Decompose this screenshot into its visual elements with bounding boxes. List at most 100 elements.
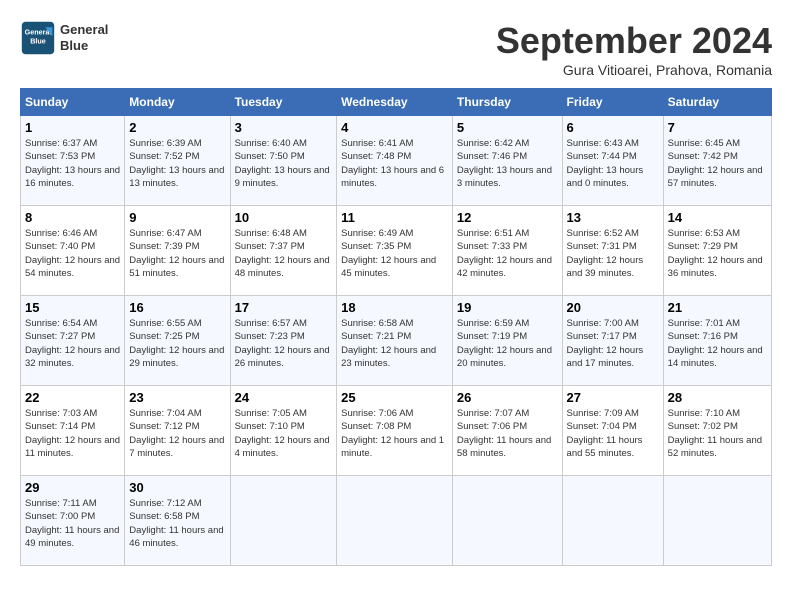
table-row: 4 Sunrise: 6:41 AMSunset: 7:48 PMDaylight…: [337, 116, 453, 206]
day-info: Sunrise: 6:45 AMSunset: 7:42 PMDaylight:…: [668, 137, 767, 190]
day-info: Sunrise: 6:41 AMSunset: 7:48 PMDaylight:…: [341, 137, 448, 190]
day-info: Sunrise: 6:40 AMSunset: 7:50 PMDaylight:…: [235, 137, 333, 190]
day-info: Sunrise: 7:06 AMSunset: 7:08 PMDaylight:…: [341, 407, 448, 460]
day-info: Sunrise: 6:46 AMSunset: 7:40 PMDaylight:…: [25, 227, 120, 280]
calendar-week-2: 8 Sunrise: 6:46 AMSunset: 7:40 PMDaylight…: [21, 206, 772, 296]
table-row: 9 Sunrise: 6:47 AMSunset: 7:39 PMDaylight…: [125, 206, 230, 296]
table-row: 13 Sunrise: 6:52 AMSunset: 7:31 PMDayligh…: [562, 206, 663, 296]
day-info: Sunrise: 6:39 AMSunset: 7:52 PMDaylight:…: [129, 137, 225, 190]
month-title: September 2024: [496, 20, 772, 62]
day-info: Sunrise: 7:09 AMSunset: 7:04 PMDaylight:…: [567, 407, 659, 460]
day-number: 25: [341, 390, 448, 405]
logo-icon: General Blue: [20, 20, 56, 56]
table-row: 25 Sunrise: 7:06 AMSunset: 7:08 PMDayligh…: [337, 386, 453, 476]
table-row: 27 Sunrise: 7:09 AMSunset: 7:04 PMDayligh…: [562, 386, 663, 476]
day-number: 12: [457, 210, 558, 225]
calendar-header-row: Sunday Monday Tuesday Wednesday Thursday…: [21, 89, 772, 116]
day-info: Sunrise: 7:10 AMSunset: 7:02 PMDaylight:…: [668, 407, 767, 460]
col-tuesday: Tuesday: [230, 89, 337, 116]
calendar-table: Sunday Monday Tuesday Wednesday Thursday…: [20, 88, 772, 566]
table-row: 29Sunrise: 7:11 AMSunset: 7:00 PMDayligh…: [21, 476, 125, 566]
day-number: 2: [129, 120, 225, 135]
page-header: General Blue General Blue September 2024…: [20, 20, 772, 78]
day-info: Sunrise: 7:12 AMSunset: 6:58 PMDaylight:…: [129, 497, 225, 550]
table-row: 11 Sunrise: 6:49 AMSunset: 7:35 PMDayligh…: [337, 206, 453, 296]
day-number: 4: [341, 120, 448, 135]
table-row: 15Sunrise: 6:54 AMSunset: 7:27 PMDayligh…: [21, 296, 125, 386]
day-info: Sunrise: 6:43 AMSunset: 7:44 PMDaylight:…: [567, 137, 659, 190]
day-number: 21: [668, 300, 767, 315]
calendar-week-3: 15Sunrise: 6:54 AMSunset: 7:27 PMDayligh…: [21, 296, 772, 386]
col-sunday: Sunday: [21, 89, 125, 116]
title-area: September 2024 Gura Vitioarei, Prahova, …: [496, 20, 772, 78]
day-info: Sunrise: 7:03 AMSunset: 7:14 PMDaylight:…: [25, 407, 120, 460]
day-number: 26: [457, 390, 558, 405]
day-info: Sunrise: 6:59 AMSunset: 7:19 PMDaylight:…: [457, 317, 558, 370]
table-row: 12 Sunrise: 6:51 AMSunset: 7:33 PMDayligh…: [452, 206, 562, 296]
day-number: 20: [567, 300, 659, 315]
table-row: 10 Sunrise: 6:48 AMSunset: 7:37 PMDayligh…: [230, 206, 337, 296]
table-row: 3Sunrise: 6:40 AMSunset: 7:50 PMDaylight…: [230, 116, 337, 206]
day-number: 14: [668, 210, 767, 225]
col-monday: Monday: [125, 89, 230, 116]
table-row: 2 Sunrise: 6:39 AMSunset: 7:52 PMDaylight…: [125, 116, 230, 206]
day-number: 18: [341, 300, 448, 315]
day-number: 28: [668, 390, 767, 405]
day-number: 19: [457, 300, 558, 315]
day-info: Sunrise: 6:58 AMSunset: 7:21 PMDaylight:…: [341, 317, 448, 370]
table-row: [663, 476, 771, 566]
day-number: 17: [235, 300, 333, 315]
calendar-week-1: 1 Sunrise: 6:37 AMSunset: 7:53 PMDaylight…: [21, 116, 772, 206]
day-info: Sunrise: 6:51 AMSunset: 7:33 PMDaylight:…: [457, 227, 558, 280]
day-number: 6: [567, 120, 659, 135]
day-number: 1: [25, 120, 120, 135]
table-row: 28 Sunrise: 7:10 AMSunset: 7:02 PMDayligh…: [663, 386, 771, 476]
col-wednesday: Wednesday: [337, 89, 453, 116]
day-number: 11: [341, 210, 448, 225]
table-row: 30 Sunrise: 7:12 AMSunset: 6:58 PMDayligh…: [125, 476, 230, 566]
table-row: 26 Sunrise: 7:07 AMSunset: 7:06 PMDayligh…: [452, 386, 562, 476]
day-number: 5: [457, 120, 558, 135]
day-number: 27: [567, 390, 659, 405]
day-number: 24: [235, 390, 333, 405]
day-number: 9: [129, 210, 225, 225]
table-row: 5 Sunrise: 6:42 AMSunset: 7:46 PMDaylight…: [452, 116, 562, 206]
logo-line2: Blue: [60, 38, 108, 54]
day-number: 16: [129, 300, 225, 315]
day-info: Sunrise: 7:11 AMSunset: 7:00 PMDaylight:…: [25, 497, 120, 550]
day-number: 10: [235, 210, 333, 225]
day-info: Sunrise: 7:04 AMSunset: 7:12 PMDaylight:…: [129, 407, 225, 460]
day-number: 30: [129, 480, 225, 495]
table-row: [337, 476, 453, 566]
logo-line1: General: [60, 22, 108, 38]
day-number: 22: [25, 390, 120, 405]
day-number: 13: [567, 210, 659, 225]
day-info: Sunrise: 6:37 AMSunset: 7:53 PMDaylight:…: [25, 137, 120, 190]
day-number: 7: [668, 120, 767, 135]
col-saturday: Saturday: [663, 89, 771, 116]
calendar-week-5: 29Sunrise: 7:11 AMSunset: 7:00 PMDayligh…: [21, 476, 772, 566]
day-info: Sunrise: 6:48 AMSunset: 7:37 PMDaylight:…: [235, 227, 333, 280]
table-row: 19 Sunrise: 6:59 AMSunset: 7:19 PMDayligh…: [452, 296, 562, 386]
table-row: 17Sunrise: 6:57 AMSunset: 7:23 PMDayligh…: [230, 296, 337, 386]
table-row: 16Sunrise: 6:55 AMSunset: 7:25 PMDayligh…: [125, 296, 230, 386]
day-info: Sunrise: 6:42 AMSunset: 7:46 PMDaylight:…: [457, 137, 558, 190]
day-info: Sunrise: 7:07 AMSunset: 7:06 PMDaylight:…: [457, 407, 558, 460]
table-row: 7 Sunrise: 6:45 AMSunset: 7:42 PMDaylight…: [663, 116, 771, 206]
day-info: Sunrise: 6:49 AMSunset: 7:35 PMDaylight:…: [341, 227, 448, 280]
table-row: 1 Sunrise: 6:37 AMSunset: 7:53 PMDaylight…: [21, 116, 125, 206]
table-row: 14 Sunrise: 6:53 AMSunset: 7:29 PMDayligh…: [663, 206, 771, 296]
table-row: [452, 476, 562, 566]
table-row: 24Sunrise: 7:05 AMSunset: 7:10 PMDayligh…: [230, 386, 337, 476]
day-info: Sunrise: 6:47 AMSunset: 7:39 PMDaylight:…: [129, 227, 225, 280]
day-number: 23: [129, 390, 225, 405]
day-info: Sunrise: 6:52 AMSunset: 7:31 PMDaylight:…: [567, 227, 659, 280]
table-row: 6 Sunrise: 6:43 AMSunset: 7:44 PMDaylight…: [562, 116, 663, 206]
table-row: [562, 476, 663, 566]
table-row: 23 Sunrise: 7:04 AMSunset: 7:12 PMDayligh…: [125, 386, 230, 476]
table-row: 18 Sunrise: 6:58 AMSunset: 7:21 PMDayligh…: [337, 296, 453, 386]
day-info: Sunrise: 6:53 AMSunset: 7:29 PMDaylight:…: [668, 227, 767, 280]
col-thursday: Thursday: [452, 89, 562, 116]
location-subtitle: Gura Vitioarei, Prahova, Romania: [496, 62, 772, 78]
day-number: 8: [25, 210, 120, 225]
